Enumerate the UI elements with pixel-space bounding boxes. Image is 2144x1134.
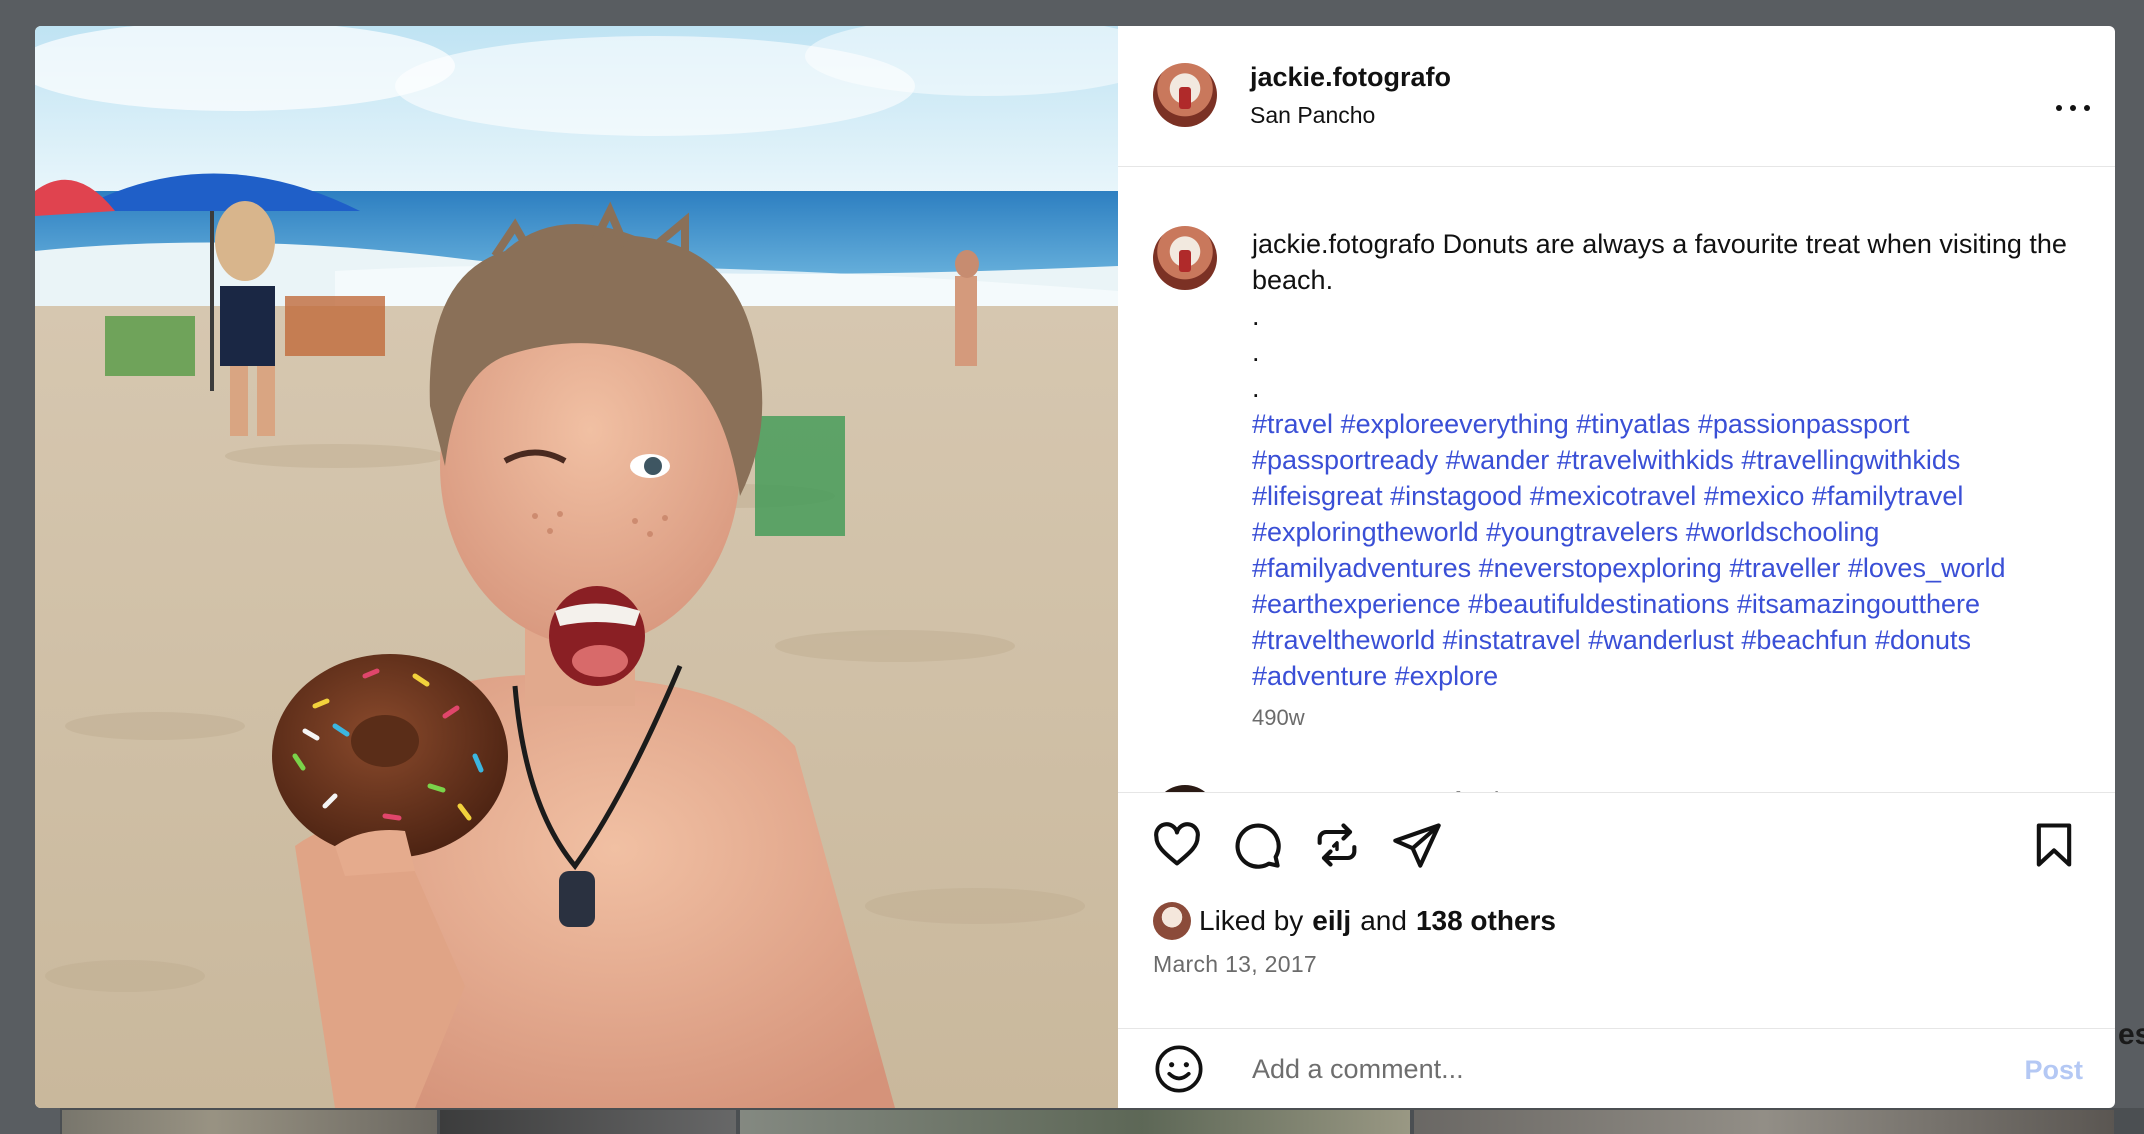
post-date[interactable]: March 13, 2017 (1153, 951, 1317, 978)
hashtag-link[interactable]: #passionpassport (1698, 409, 1910, 439)
hashtag-link[interactable]: #beachfun (1741, 625, 1867, 655)
bookmark-icon[interactable] (2028, 819, 2080, 871)
hashtag-link[interactable]: #loves_world (1848, 553, 2006, 583)
hashtag-link[interactable]: #exploreeverything (1341, 409, 1569, 439)
author-avatar[interactable] (1153, 63, 1217, 127)
author-username[interactable]: jackie.fotografo (1250, 62, 1451, 93)
caption-dot: . (1252, 337, 1260, 367)
background-thumbnail (62, 1110, 437, 1134)
hashtag-link[interactable]: #passportready (1252, 445, 1438, 475)
repost-icon[interactable] (1311, 819, 1363, 871)
hashtag-link[interactable]: #tinyatlas (1576, 409, 1690, 439)
hashtag-link[interactable]: #donuts (1875, 625, 1971, 655)
hashtag-link[interactable]: #instagood (1390, 481, 1522, 511)
background-thumbnail (740, 1110, 1410, 1134)
hashtag-link[interactable]: #traveller (1729, 553, 1840, 583)
post-details-panel: jackie.fotografo San Pancho jackie.fotog… (1118, 26, 2115, 1108)
hashtag-link[interactable]: #travellingwithkids (1741, 445, 1960, 475)
background-thumbnail (1414, 1110, 2114, 1134)
hashtag-link[interactable]: #explore (1395, 661, 1499, 691)
share-plane-icon[interactable] (1391, 819, 1443, 871)
more-options-icon[interactable] (2053, 100, 2093, 116)
add-comment-bar: Post (1118, 1028, 2115, 1108)
hashtag-link[interactable]: #worldschooling (1686, 517, 1880, 547)
beach-photo-illustration (35, 26, 1118, 1108)
hashtag-link[interactable]: #lifeisgreat (1252, 481, 1383, 511)
heart-icon[interactable] (1151, 819, 1203, 871)
caption-author-avatar[interactable] (1153, 226, 1217, 290)
likes-joiner: and (1360, 905, 1407, 936)
hashtag-link[interactable]: #wander (1446, 445, 1550, 475)
hashtag-link[interactable]: #mexicotravel (1530, 481, 1697, 511)
caption-text: jackie.fotografo Donuts are always a fav… (1252, 226, 2072, 694)
caption-dot: . (1252, 373, 1260, 403)
liker-avatar (1153, 902, 1191, 940)
likes-others[interactable]: 138 others (1416, 905, 1556, 937)
hashtag-link[interactable]: #travelwithkids (1557, 445, 1734, 475)
action-bar: Liked by eilj and 138 others March 13, 2… (1118, 792, 2115, 1029)
hashtag-link[interactable]: #familyadventures (1252, 553, 1471, 583)
comment-input[interactable] (1252, 1047, 1952, 1091)
hashtag-link[interactable]: #beautifuldestinations (1468, 589, 1729, 619)
comment-bubble-icon[interactable] (1231, 819, 1283, 871)
likes-prefix: Liked by (1199, 905, 1304, 936)
hashtag-link[interactable]: #earthexperience (1252, 589, 1461, 619)
post-location[interactable]: San Pancho (1250, 102, 1375, 129)
hashtag-link[interactable]: #mexico (1704, 481, 1805, 511)
post-modal: jackie.fotografo San Pancho jackie.fotog… (35, 26, 2115, 1108)
hashtag-list: #travel #exploreeverything #tinyatlas #p… (1252, 406, 2072, 694)
post-header: jackie.fotografo San Pancho (1118, 26, 2115, 167)
caption-timestamp[interactable]: 490w (1252, 705, 1305, 731)
post-photo[interactable] (35, 26, 1118, 1108)
hashtag-link[interactable]: #adventure (1252, 661, 1387, 691)
hashtag-link[interactable]: #neverstopexploring (1479, 553, 1722, 583)
hashtag-link[interactable]: #youngtravelers (1486, 517, 1678, 547)
caption-username[interactable]: jackie.fotografo (1252, 229, 1435, 259)
hashtag-link[interactable]: #wanderlust (1588, 625, 1734, 655)
liker-username[interactable]: eilj (1312, 905, 1351, 937)
hashtag-link[interactable]: #exploringtheworld (1252, 517, 1479, 547)
smiley-icon[interactable] (1153, 1043, 1205, 1095)
post-comment-button[interactable]: Post (2024, 1055, 2083, 1086)
likes-summary[interactable]: Liked by eilj and 138 others (1153, 901, 1556, 941)
hashtag-link[interactable]: #instatravel (1443, 625, 1581, 655)
hashtag-link[interactable]: #familytravel (1812, 481, 1964, 511)
comments-scroll-area[interactable]: jackie.fotografo Donuts are always a fav… (1118, 167, 2115, 793)
hashtag-link[interactable]: #travel (1252, 409, 1333, 439)
background-text-fragment: es (2118, 1018, 2144, 1051)
hashtag-link[interactable]: #traveltheworld (1252, 625, 1435, 655)
background-thumbnail (440, 1110, 736, 1134)
caption-dot: . (1252, 301, 1260, 331)
hashtag-link[interactable]: #itsamazingoutthere (1737, 589, 1980, 619)
